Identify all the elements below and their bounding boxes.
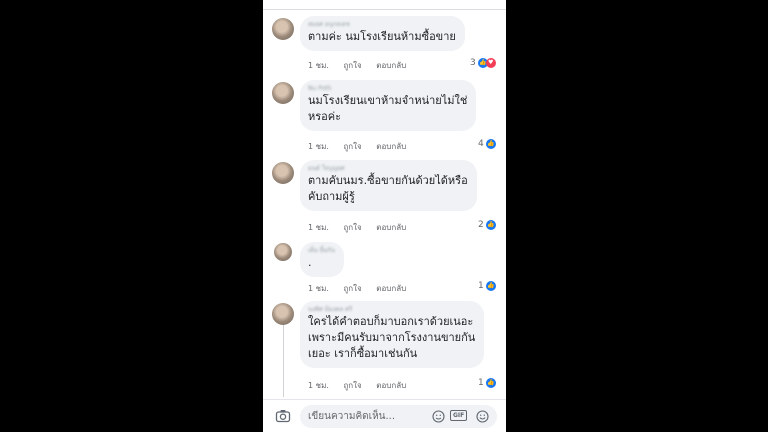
reaction-number: 2: [478, 220, 484, 230]
comment-text: ใครได้คำตอบก็มาบอกเราด้วยเนอะ: [308, 315, 474, 328]
like-link[interactable]: ถูกใจ: [343, 61, 361, 70]
love-icon: ♥: [485, 58, 496, 68]
avatar[interactable]: [272, 18, 294, 40]
like-link[interactable]: ถูกใจ: [343, 142, 361, 151]
avatar[interactable]: [272, 82, 294, 104]
comment-input[interactable]: เขียนความคิดเห็น... GIF: [300, 405, 497, 428]
reaction-count[interactable]: 4 👍: [478, 139, 496, 149]
comment-meta: 1 ชม. ถูกใจ ตอบกลับ: [308, 282, 418, 295]
like-link[interactable]: ถูกใจ: [343, 284, 361, 293]
comment-text: .: [308, 256, 312, 269]
reply-link[interactable]: ตอบกลับ: [376, 284, 406, 293]
gif-button[interactable]: GIF: [450, 410, 468, 421]
reaction-count[interactable]: 2 👍: [478, 220, 496, 230]
like-icon: 👍: [485, 281, 496, 291]
commenter-name[interactable]: สมยศ อนุกลเดช: [308, 21, 456, 29]
reaction-number: 1: [478, 281, 484, 291]
reaction-number: 3: [470, 58, 476, 68]
comment-bubble[interactable]: Nu Poth นมโรงเรียนเขาห้ามจำหน่ายไม่ใช่ ห…: [300, 80, 477, 131]
comment-composer: เขียนความคิดเห็น... GIF: [263, 399, 506, 432]
emoji-icon[interactable]: [476, 410, 489, 426]
comment-meta: 1 ชม. ถูกใจ ตอบกลับ: [308, 140, 418, 153]
reply-link[interactable]: ตอบกลับ: [376, 381, 406, 390]
comment-bubble[interactable]: มนต์ ใจบุญยศ ตามคับนมร.ซื้อขายกันด้วยได้…: [300, 160, 477, 211]
like-link[interactable]: ถูกใจ: [343, 223, 361, 232]
comment-text: ตามคับนมร.ซื้อขายกันด้วยได้หรือ: [308, 174, 468, 187]
comment-panel: สมยศ อนุกลเดช ตามค่ะ นมโรงเรียนห้ามซื้อข…: [263, 0, 506, 432]
like-icon: 👍: [485, 139, 496, 149]
emoji-icon-svg: [476, 410, 489, 423]
reply-link[interactable]: ตอบกลับ: [376, 61, 406, 70]
comment-meta: 1 ชม. ถูกใจ ตอบกลับ: [308, 379, 418, 392]
comment-time: 1 ชม.: [308, 381, 329, 390]
commenter-name[interactable]: Nu Poth: [308, 85, 467, 93]
comment-bubble[interactable]: สมยศ อนุกลเดช ตามค่ะ นมโรงเรียนห้ามซื้อข…: [300, 16, 465, 51]
commenter-name[interactable]: มนต์ ใจบุญยศ: [308, 165, 468, 173]
comment-meta: 1 ชม. ถูกใจ ตอบกลับ: [308, 221, 418, 234]
comment-time: 1 ชม.: [308, 61, 329, 70]
comment-text: คับถามผู้รู้: [308, 190, 355, 203]
reply-link[interactable]: ตอบกลับ: [376, 223, 406, 232]
sticker-icon-svg: [432, 410, 445, 423]
avatar[interactable]: [274, 243, 292, 261]
reaction-count[interactable]: 3 👍 ♥: [470, 58, 496, 68]
comment-text: เยอะ เราก็ซื้อมาเช่นกัน: [308, 347, 418, 360]
reaction-count[interactable]: 1 👍: [478, 378, 496, 388]
sticker-icon[interactable]: [432, 410, 445, 426]
avatar[interactable]: [272, 162, 294, 184]
comment-time: 1 ชม.: [308, 223, 329, 232]
commenter-name[interactable]: เต็ม ยิ้มกัน: [308, 247, 335, 255]
reply-link[interactable]: ตอบกลับ: [376, 142, 406, 151]
like-icon: 👍: [485, 220, 496, 230]
header-divider: [263, 0, 506, 10]
like-link[interactable]: ถูกใจ: [343, 381, 361, 390]
reaction-number: 1: [478, 378, 484, 388]
comment-text: หรอค่ะ: [308, 110, 342, 123]
thread-line: [283, 325, 284, 397]
camera-icon[interactable]: [275, 408, 291, 424]
comment-placeholder: เขียนความคิดเห็น...: [308, 411, 396, 422]
comment-text: นมโรงเรียนเขาห้ามจำหน่ายไม่ใช่: [308, 94, 468, 107]
comment-bubble[interactable]: เต็ม ยิ้มกัน .: [300, 242, 345, 277]
reaction-count[interactable]: 1 👍: [478, 281, 496, 291]
reaction-number: 4: [478, 139, 484, 149]
like-icon: 👍: [485, 378, 496, 388]
comment-bubble[interactable]: นงพิศ มีมงคล ศรี ใครได้คำตอบก็มาบอกเราด้…: [300, 301, 485, 368]
comment-time: 1 ชม.: [308, 284, 329, 293]
comment-time: 1 ชม.: [308, 142, 329, 151]
commenter-name[interactable]: นงพิศ มีมงคล ศรี: [308, 306, 475, 314]
comment-text: เพราะมีคนรับมาจากโรงงานขายกัน: [308, 331, 476, 344]
comment-text: ตามค่ะ นมโรงเรียนห้ามซื้อขาย: [308, 30, 456, 43]
avatar[interactable]: [272, 303, 294, 325]
comment-meta: 1 ชม. ถูกใจ ตอบกลับ: [308, 59, 418, 72]
camera-icon-svg: [275, 410, 291, 423]
